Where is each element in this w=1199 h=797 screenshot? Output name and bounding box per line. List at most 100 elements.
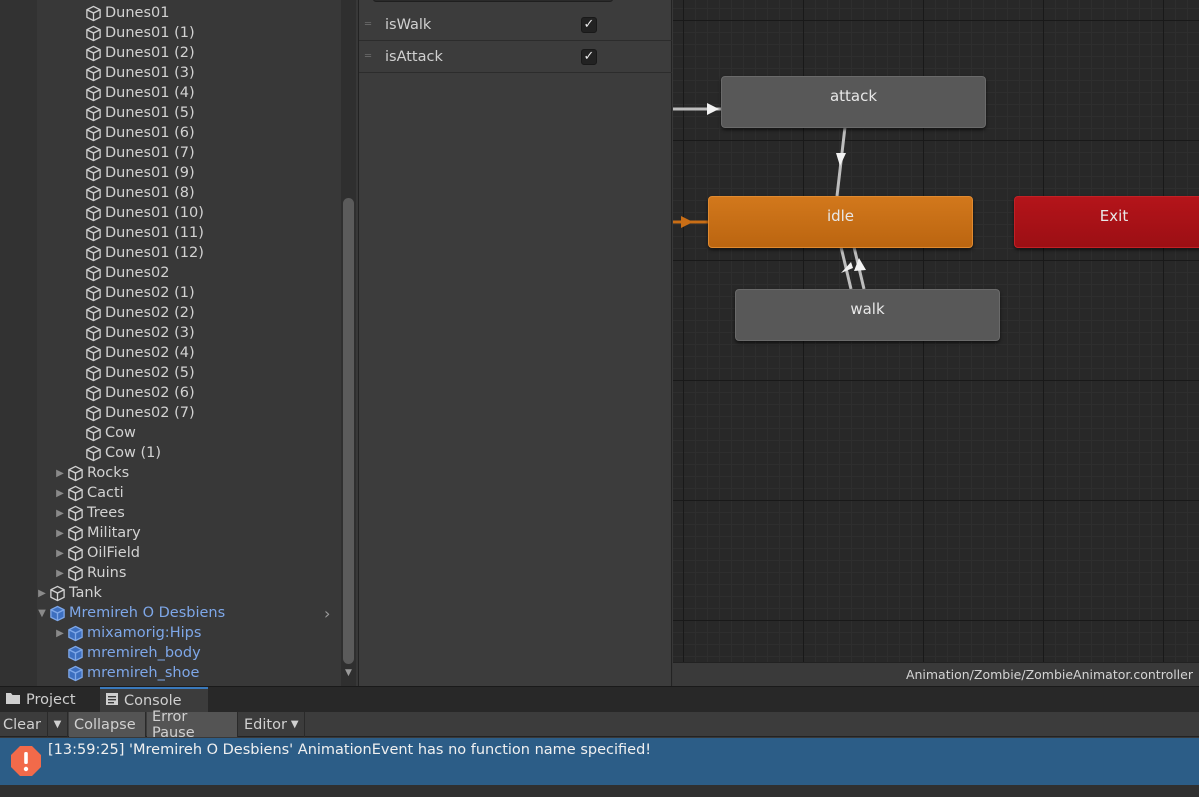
expand-arrow-icon[interactable]: ▶ bbox=[54, 623, 66, 643]
hierarchy-item[interactable]: Dunes02 (6) bbox=[0, 383, 340, 403]
open-prefab-chevron-icon[interactable]: › bbox=[324, 604, 330, 623]
hierarchy-item[interactable]: Dunes01 (8) bbox=[0, 183, 340, 203]
hierarchy-item[interactable]: ▶ Trees bbox=[0, 503, 340, 523]
state-label: Exit bbox=[1099, 207, 1129, 225]
hierarchy-item-label: Dunes02 bbox=[105, 265, 170, 281]
expand-arrow-icon[interactable]: ▶ bbox=[54, 543, 66, 563]
hierarchy-item[interactable]: Dunes02 (4) bbox=[0, 343, 340, 363]
prefab-cube-icon bbox=[66, 644, 84, 662]
clear-options-dropdown[interactable]: ▼ bbox=[48, 712, 68, 737]
hierarchy-item[interactable]: Dunes02 (7) bbox=[0, 403, 340, 423]
hierarchy-item[interactable]: Dunes01 (12) bbox=[0, 243, 340, 263]
scroll-down-icon[interactable]: ▼ bbox=[343, 668, 354, 678]
expand-arrow-icon[interactable]: ▶ bbox=[54, 483, 66, 503]
gameobject-cube-icon bbox=[84, 184, 102, 202]
hierarchy-item-label: mremireh_shoe bbox=[87, 665, 200, 681]
drag-handle-icon[interactable]: ═ bbox=[365, 51, 379, 61]
hierarchy-item[interactable]: ▶ Military bbox=[0, 523, 340, 543]
hierarchy-item[interactable]: ▼ Mremireh O Desbiens › bbox=[0, 603, 340, 623]
hierarchy-item-label: Dunes02 (7) bbox=[105, 405, 195, 421]
state-node-exit[interactable]: Exit bbox=[1014, 196, 1199, 248]
arrow-spacer bbox=[72, 303, 84, 323]
hierarchy-item[interactable]: Dunes01 (3) bbox=[0, 63, 340, 83]
arrow-spacer bbox=[72, 263, 84, 283]
hierarchy-item[interactable]: ▶ Ruins bbox=[0, 563, 340, 583]
expand-arrow-icon[interactable]: ▶ bbox=[54, 523, 66, 543]
hierarchy-item[interactable]: Dunes01 (2) bbox=[0, 43, 340, 63]
hierarchy-item[interactable]: Dunes01 bbox=[0, 3, 340, 23]
editor-label: Editor bbox=[244, 716, 287, 733]
state-node-idle[interactable]: idle bbox=[708, 196, 973, 248]
parameter-row-isattack[interactable]: ═ isAttack ✓ bbox=[359, 41, 672, 73]
status-bar bbox=[0, 785, 1199, 797]
hierarchy-item[interactable]: Dunes01 (10) bbox=[0, 203, 340, 223]
hierarchy-item-label: Dunes02 (5) bbox=[105, 365, 195, 381]
state-node-attack[interactable]: attack bbox=[721, 76, 986, 128]
gameobject-cube-icon bbox=[84, 24, 102, 42]
expand-arrow-icon[interactable]: ▶ bbox=[36, 583, 48, 603]
gameobject-cube-icon bbox=[84, 204, 102, 222]
hierarchy-item[interactable]: ▶ Tank bbox=[0, 583, 340, 603]
default-transition-arrow-icon bbox=[681, 216, 693, 228]
expand-arrow-icon[interactable]: ▶ bbox=[54, 563, 66, 583]
scrollbar-thumb[interactable] bbox=[343, 198, 354, 664]
gameobject-cube-icon bbox=[84, 304, 102, 322]
hierarchy-scrollbar[interactable]: ▼ bbox=[341, 0, 356, 686]
controller-path: Animation/Zombie/ZombieAnimator.controll… bbox=[905, 667, 1193, 682]
expand-arrow-icon[interactable]: ▶ bbox=[54, 463, 66, 483]
expand-arrow-icon[interactable]: ▶ bbox=[54, 503, 66, 523]
hierarchy-item[interactable]: Cow (1) bbox=[0, 443, 340, 463]
hierarchy-item[interactable]: Dunes01 (4) bbox=[0, 83, 340, 103]
hierarchy-item-label: Dunes01 (5) bbox=[105, 105, 195, 121]
hierarchy-item[interactable]: Dunes01 (9) bbox=[0, 163, 340, 183]
hierarchy-panel: Dunes01 Dunes01 (1) Dunes01 (2) Dunes01 (3)… bbox=[0, 0, 358, 686]
hierarchy-item[interactable]: Cow bbox=[0, 423, 340, 443]
error-pause-toggle[interactable]: Error Pause bbox=[147, 709, 238, 741]
arrow-spacer bbox=[72, 443, 84, 463]
state-label: attack bbox=[829, 87, 878, 105]
parameter-name: isAttack bbox=[385, 48, 443, 65]
hierarchy-item-label: Dunes01 (11) bbox=[105, 225, 204, 241]
drag-handle-icon[interactable]: ═ bbox=[365, 19, 379, 29]
arrow-spacer bbox=[72, 283, 84, 303]
hierarchy-item[interactable]: ▶ Cacti bbox=[0, 483, 340, 503]
hierarchy-item[interactable]: Dunes01 (6) bbox=[0, 123, 340, 143]
hierarchy-item[interactable]: ▶ Rocks bbox=[0, 463, 340, 483]
hierarchy-item[interactable]: Dunes02 (2) bbox=[0, 303, 340, 323]
parameters-search-edge[interactable] bbox=[373, 0, 613, 2]
hierarchy-item[interactable]: Dunes01 (11) bbox=[0, 223, 340, 243]
parameter-row-iswalk[interactable]: ═ isWalk ✓ bbox=[359, 9, 672, 41]
state-label: idle bbox=[826, 207, 855, 225]
hierarchy-tree: Dunes01 Dunes01 (1) Dunes01 (2) Dunes01 (3)… bbox=[0, 3, 340, 683]
hierarchy-item[interactable]: mremireh_body bbox=[0, 643, 340, 663]
hierarchy-item[interactable]: Dunes01 (5) bbox=[0, 103, 340, 123]
hierarchy-item-label: Dunes01 (7) bbox=[105, 145, 195, 161]
hierarchy-item-label: Dunes01 (6) bbox=[105, 125, 195, 141]
state-node-walk[interactable]: walk bbox=[735, 289, 1000, 341]
clear-button[interactable]: Clear bbox=[0, 712, 48, 737]
hierarchy-item[interactable]: Dunes02 (5) bbox=[0, 363, 340, 383]
error-pause-label: Error Pause bbox=[152, 708, 195, 741]
hierarchy-item[interactable]: Dunes02 bbox=[0, 263, 340, 283]
hierarchy-item[interactable]: Dunes02 (1) bbox=[0, 283, 340, 303]
collapse-arrow-icon[interactable]: ▼ bbox=[36, 603, 48, 623]
parameter-checkbox[interactable]: ✓ bbox=[581, 49, 597, 65]
collapse-toggle[interactable]: Collapse bbox=[69, 712, 146, 737]
hierarchy-item[interactable]: Dunes01 (7) bbox=[0, 143, 340, 163]
console-log-entry[interactable]: [13:59:25] 'Mremireh O Desbiens' Animati… bbox=[0, 738, 1199, 785]
hierarchy-item[interactable]: ▶ mixamorig:Hips bbox=[0, 623, 340, 643]
tab-label: Console bbox=[124, 693, 182, 709]
animator-graph[interactable]: attack idle Exit walk bbox=[673, 0, 1199, 686]
tab-project[interactable]: Project bbox=[0, 687, 100, 713]
editor-dropdown[interactable]: Editor ▼ bbox=[239, 712, 305, 737]
hierarchy-item[interactable]: mremireh_shoe bbox=[0, 663, 340, 683]
animator-path-bar: Animation/Zombie/ZombieAnimator.controll… bbox=[673, 662, 1199, 686]
arrow-spacer bbox=[72, 203, 84, 223]
hierarchy-item-label: Dunes01 (12) bbox=[105, 245, 204, 261]
hierarchy-item[interactable]: Dunes02 (3) bbox=[0, 323, 340, 343]
hierarchy-item[interactable]: Dunes01 (1) bbox=[0, 23, 340, 43]
log-message: [13:59:25] 'Mremireh O Desbiens' Animati… bbox=[48, 742, 652, 758]
parameter-checkbox[interactable]: ✓ bbox=[581, 17, 597, 33]
transition-arrow-icon bbox=[707, 103, 719, 115]
hierarchy-item[interactable]: ▶ OilField bbox=[0, 543, 340, 563]
